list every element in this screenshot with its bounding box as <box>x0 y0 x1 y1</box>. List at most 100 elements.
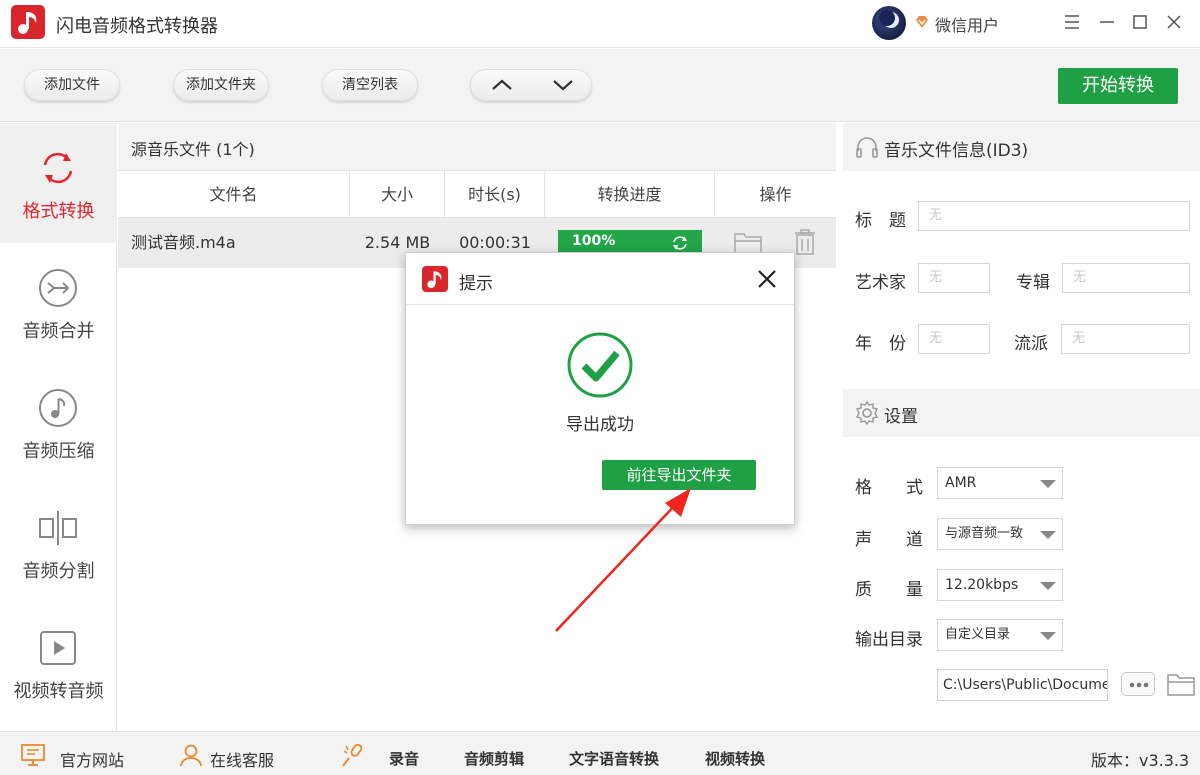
video-convert-label: 视频转换 <box>705 750 766 768</box>
close-icon[interactable] <box>1162 10 1186 34</box>
move-down-button[interactable] <box>532 70 593 100</box>
column-header-actions: 操作 <box>759 185 792 204</box>
format-value: AMR <box>945 475 977 491</box>
microphone-icon <box>342 743 363 767</box>
sidebar: 格式转换 音频合并 音频压缩 音频分割 视频转音频 <box>0 123 117 731</box>
sidebar-item-video-to-audio[interactable]: 视频转音频 <box>0 603 117 723</box>
app-logo-icon <box>422 266 448 292</box>
record-label: 录音 <box>389 750 420 768</box>
user-avatar[interactable] <box>872 6 906 40</box>
column-header-duration: 时长(s) <box>445 171 545 218</box>
chevron-up-icon <box>492 79 512 90</box>
user-service-icon <box>180 744 202 767</box>
column-header-name: 文件名 <box>118 171 350 218</box>
success-check-icon <box>567 332 633 398</box>
sidebar-item-audio-compress[interactable]: 音频压缩 <box>0 363 117 483</box>
vip-diamond-icon <box>916 16 928 28</box>
column-header-progress: 转换进度 <box>545 171 715 218</box>
title-input[interactable]: 无 <box>918 201 1190 231</box>
sidebar-item-label: 音频合并 <box>22 321 95 342</box>
file-name: 测试音频.m4a <box>131 233 236 252</box>
genre-input[interactable]: 无 <box>1061 324 1190 354</box>
artist-input[interactable]: 无 <box>918 263 990 293</box>
app-title: 闪电音频格式转换器 <box>56 16 218 37</box>
right-panel: 音乐文件信息(ID3) 标 题 无 艺术家 无 专辑 无 年 份 无 流派 无 … <box>843 123 1200 731</box>
output-dir-value: 自定义目录 <box>945 627 1011 642</box>
output-dir-label: 输出目录 <box>855 630 923 650</box>
sidebar-item-label: 视频转音频 <box>13 681 104 702</box>
caret-down-icon <box>1040 632 1056 640</box>
sidebar-item-format-convert[interactable]: 格式转换 <box>0 123 117 243</box>
menu-icon[interactable] <box>1060 10 1084 34</box>
album-input[interactable]: 无 <box>1062 263 1190 293</box>
split-icon <box>39 511 77 545</box>
output-path-field[interactable]: C:\Users\Public\Documents <box>937 669 1108 701</box>
album-label: 专辑 <box>1016 273 1050 293</box>
more-dots-icon <box>1129 682 1149 688</box>
artist-label: 艺术家 <box>855 273 906 293</box>
caret-down-icon <box>1040 531 1056 539</box>
format-select[interactable]: AMR <box>937 467 1063 499</box>
sidebar-item-label: 音频压缩 <box>22 441 95 462</box>
file-list-caption: 源音乐文件 (1个) <box>118 123 836 171</box>
title-bar: 闪电音频格式转换器 微信用户 <box>0 0 1200 48</box>
dialog-message: 导出成功 <box>566 415 634 435</box>
sidebar-item-label: 音频分割 <box>22 561 95 582</box>
headphones-icon <box>856 137 878 158</box>
caret-down-icon <box>1040 582 1056 590</box>
channel-label: 声 道 <box>855 530 923 550</box>
browse-button[interactable] <box>1121 672 1155 696</box>
output-dir-select[interactable]: 自定义目录 <box>937 619 1063 651</box>
user-name[interactable]: 微信用户 <box>935 12 999 36</box>
delete-icon[interactable] <box>792 228 818 256</box>
music-note-icon <box>39 389 77 427</box>
toolbar: 添加文件 添加文件夹 清空列表 开始转换 <box>0 49 1200 122</box>
title-label: 标 题 <box>855 211 906 231</box>
move-buttons <box>470 69 592 101</box>
open-export-folder-button[interactable]: 前往导出文件夹 <box>602 460 756 490</box>
file-list-title: 源音乐文件 (1个) <box>131 140 255 159</box>
play-icon <box>40 631 76 665</box>
version-label: 版本：v3.3.3 <box>1091 751 1190 770</box>
sidebar-item-audio-merge[interactable]: 音频合并 <box>0 243 117 363</box>
app-logo-icon <box>11 5 45 39</box>
start-convert-button[interactable]: 开始转换 <box>1058 68 1178 104</box>
quality-select[interactable]: 12.20kbps <box>937 569 1063 601</box>
folder-icon[interactable] <box>1166 670 1196 698</box>
file-list-header: 文件名 大小 时长(s) 转换进度 操作 <box>118 171 836 218</box>
format-label: 格 式 <box>855 478 923 498</box>
id3-header: 音乐文件信息(ID3) <box>843 123 1200 171</box>
official-site-label: 官方网站 <box>60 751 125 770</box>
dialog-title: 提示 <box>459 274 493 294</box>
gear-icon <box>855 400 879 426</box>
channel-select[interactable]: 与源音频一致 <box>937 518 1063 550</box>
chevron-down-icon <box>553 80 573 91</box>
year-input[interactable]: 无 <box>918 324 990 354</box>
sidebar-item-label: 格式转换 <box>22 201 95 222</box>
year-label: 年 份 <box>855 334 906 354</box>
maximize-icon[interactable] <box>1128 10 1152 34</box>
move-up-button[interactable] <box>471 70 532 100</box>
quality-value: 12.20kbps <box>945 577 1019 593</box>
reconvert-icon[interactable] <box>671 234 689 252</box>
refresh-icon <box>43 152 73 184</box>
minimize-icon[interactable] <box>1095 10 1119 34</box>
add-file-button[interactable]: 添加文件 <box>24 69 120 101</box>
success-dialog: 提示 导出成功 前往导出文件夹 <box>405 252 795 525</box>
merge-icon <box>39 269 77 307</box>
column-header-size: 大小 <box>350 171 445 218</box>
id3-header-label: 音乐文件信息(ID3) <box>884 141 1029 161</box>
add-folder-button[interactable]: 添加文件夹 <box>173 69 269 101</box>
genre-label: 流派 <box>1014 334 1048 354</box>
progress-label: 100% <box>572 233 616 249</box>
settings-header-label: 设置 <box>884 407 918 427</box>
caret-down-icon <box>1040 480 1056 488</box>
bottom-bar: 官方网站 在线客服 录音 音频剪辑 文字语音转换 视频转换 版本：v3.3.3 <box>0 731 1200 775</box>
sidebar-item-audio-split[interactable]: 音频分割 <box>0 483 117 603</box>
online-service-label: 在线客服 <box>210 751 275 770</box>
audio-edit-label: 音频剪辑 <box>464 750 525 768</box>
close-icon[interactable] <box>756 268 778 290</box>
monitor-icon <box>21 744 45 766</box>
channel-value: 与源音频一致 <box>945 526 1024 541</box>
clear-list-button[interactable]: 清空列表 <box>322 69 418 101</box>
